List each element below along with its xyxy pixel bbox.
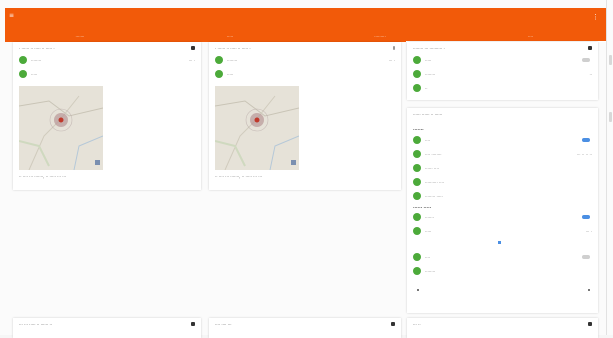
more-vert-icon[interactable]: ⋮ bbox=[592, 14, 599, 21]
entity-row[interactable]: ········ ·· bbox=[413, 69, 592, 79]
shield-icon bbox=[413, 164, 421, 172]
row-label: ····· bbox=[425, 58, 432, 63]
section-title: ······· bbox=[413, 127, 424, 132]
shield-icon bbox=[413, 70, 421, 78]
shield-icon bbox=[413, 213, 421, 221]
row-label: ········ ····· bbox=[425, 194, 443, 199]
shield-icon bbox=[413, 178, 421, 186]
card-menu-icon[interactable] bbox=[588, 322, 592, 326]
entity-row[interactable]: ····· ··· · bbox=[413, 226, 592, 236]
card-menu-icon[interactable] bbox=[588, 46, 592, 50]
toggle-switch[interactable] bbox=[582, 255, 590, 259]
scrollbar-thumb-2[interactable] bbox=[609, 112, 612, 122]
entity-row[interactable]: ······ ···· bbox=[413, 163, 592, 173]
shield-icon bbox=[413, 192, 421, 200]
divider-dot bbox=[417, 289, 419, 291]
entity-row[interactable]: ····· bbox=[19, 69, 195, 79]
toggle-switch[interactable] bbox=[582, 58, 590, 62]
card-title: ······ ······ ·· ······ bbox=[413, 112, 443, 117]
map-caption: ·· ···· ··· ·······, ·· ····· ··· ··· bbox=[19, 174, 67, 179]
map-view[interactable] bbox=[215, 86, 299, 170]
shield-icon bbox=[413, 84, 421, 92]
map-caption: ·· ···· ··· ·······, ·· ····· ··· ··· bbox=[215, 174, 263, 179]
row-label: ···· bbox=[425, 255, 431, 260]
status-card: ········ ··· ·········· · ····· ········… bbox=[407, 42, 598, 100]
shield-icon bbox=[413, 227, 421, 235]
entity-row[interactable]: ·· bbox=[413, 83, 592, 93]
entity-row[interactable]: ···· ········ ··· ·· ·· ·· bbox=[413, 149, 592, 159]
map-card-2: · ······ ·· ····· ·· ····· · ········ ··… bbox=[209, 42, 401, 190]
menu-icon[interactable]: ≡ bbox=[9, 13, 15, 19]
entity-row[interactable]: ········ bbox=[413, 266, 592, 276]
section-title: ······ ····· bbox=[413, 205, 432, 210]
toggle-switch[interactable] bbox=[582, 215, 590, 219]
entity-row[interactable]: ········ ····· bbox=[413, 191, 592, 201]
card-menu-icon[interactable] bbox=[191, 46, 195, 50]
bottom-card-2: ···· ···· ··· bbox=[209, 318, 401, 338]
entity-row[interactable]: ···· bbox=[413, 252, 592, 262]
details-card: ······ ······ ·· ······ ······· ···· ···… bbox=[407, 108, 598, 313]
row-value: ··· · bbox=[188, 58, 195, 63]
card-menu-icon[interactable] bbox=[391, 322, 395, 326]
tab-2[interactable]: ····· bbox=[155, 34, 305, 42]
shield-icon bbox=[413, 56, 421, 64]
bottom-card-3: ··· ·· bbox=[407, 318, 598, 338]
row-label: ···· ········ bbox=[425, 152, 442, 157]
slider-handle[interactable] bbox=[498, 241, 501, 244]
entity-row[interactable]: ······· bbox=[413, 212, 592, 222]
row-value: ··· · bbox=[388, 58, 395, 63]
row-label: ········ bbox=[425, 269, 436, 274]
row-label: ······· bbox=[425, 215, 434, 220]
row-label: ····· bbox=[31, 72, 38, 77]
tab-1[interactable]: ······· bbox=[5, 34, 155, 42]
shield-icon bbox=[413, 253, 421, 261]
card-title: ··· ·· bbox=[413, 322, 421, 327]
row-label: ····· bbox=[227, 72, 234, 77]
row-label: ···· bbox=[425, 138, 431, 143]
row-value: ··· · bbox=[585, 229, 592, 234]
window-edge bbox=[606, 0, 607, 335]
entity-row[interactable]: ········ ··· · bbox=[215, 55, 395, 65]
shield-icon bbox=[413, 136, 421, 144]
divider-dot bbox=[588, 289, 590, 291]
card-title: ··· ··· ····· ·· ······ ·· bbox=[19, 322, 53, 327]
row-label: ········ bbox=[31, 58, 42, 63]
shield-icon bbox=[215, 56, 223, 64]
shield-icon bbox=[19, 70, 27, 78]
scrollbar-thumb[interactable] bbox=[609, 55, 612, 65]
bottom-card-1: ··· ··· ····· ·· ······ ·· bbox=[13, 318, 201, 338]
row-label: ········ bbox=[425, 72, 436, 77]
map-graphic bbox=[215, 86, 299, 170]
entity-row[interactable]: ····· bbox=[215, 69, 395, 79]
card-title: · ······ ·· ····· ·· ····· · bbox=[215, 46, 251, 51]
entity-row[interactable]: ········ ··· · bbox=[19, 55, 195, 65]
app-toolbar bbox=[5, 8, 606, 32]
map-graphic bbox=[19, 86, 103, 170]
map-view[interactable] bbox=[19, 86, 103, 170]
card-title: · ······ ·· ····· ·· ····· · bbox=[19, 46, 55, 51]
row-value: ··· ·· ·· ·· bbox=[576, 152, 592, 157]
map-card-1: · ······ ·· ····· ·· ····· · ········ ··… bbox=[13, 42, 201, 190]
row-value: ·· bbox=[589, 72, 592, 77]
shield-icon bbox=[215, 70, 223, 78]
entity-row[interactable]: ·········· ···· bbox=[413, 177, 592, 187]
card-title: ···· ···· ··· bbox=[215, 322, 232, 327]
row-label: ·········· ···· bbox=[425, 180, 445, 185]
shield-icon bbox=[413, 150, 421, 158]
entity-row[interactable]: ···· bbox=[413, 135, 592, 145]
card-title: ········ ··· ·········· · bbox=[413, 46, 445, 51]
card-menu-icon[interactable] bbox=[191, 322, 195, 326]
entity-row[interactable]: ····· bbox=[413, 55, 592, 65]
row-label: ·· bbox=[425, 86, 428, 91]
shield-icon bbox=[413, 267, 421, 275]
shield-icon bbox=[19, 56, 27, 64]
row-label: ····· bbox=[425, 229, 432, 234]
row-label: ······ ···· bbox=[425, 166, 439, 171]
row-label: ········ bbox=[227, 58, 238, 63]
toggle-switch[interactable] bbox=[582, 138, 590, 142]
card-menu-icon[interactable] bbox=[393, 46, 395, 50]
